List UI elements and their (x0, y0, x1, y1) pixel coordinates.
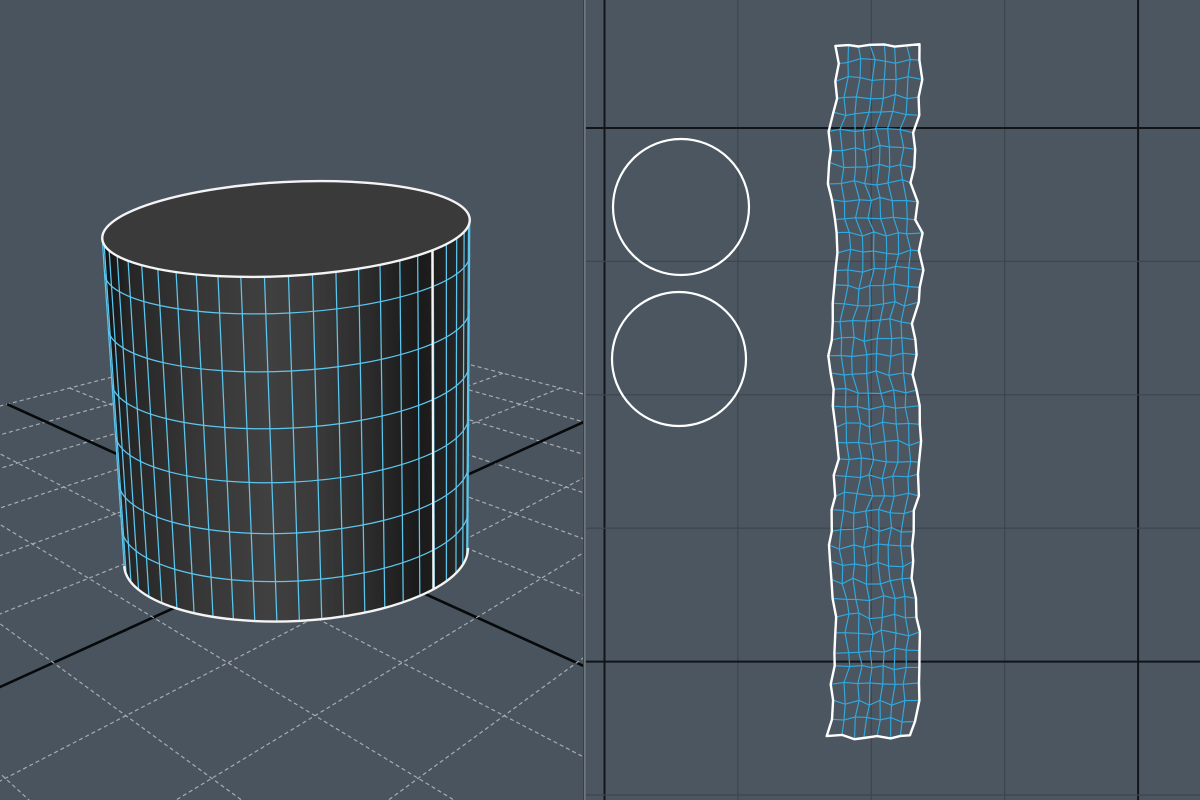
uv-strip-row-edge (833, 302, 919, 306)
uv-strip-row-edge (835, 492, 919, 496)
uv-strip-column-edge (888, 47, 899, 739)
uv-strip-row-edge (837, 94, 919, 98)
uv-shell-cap-circle[interactable] (612, 292, 746, 426)
dual-viewport-workspace (0, 0, 1200, 800)
uv-strip-row-edge (839, 59, 920, 64)
perspective-viewport-pane[interactable] (0, 0, 583, 800)
uv-strip-row-edge (839, 458, 919, 462)
uv-strip-wireframe (828, 45, 924, 740)
uv-shell-cap-circle[interactable] (613, 139, 749, 275)
uv-strip-row-edge (835, 630, 920, 636)
uv-strip-row-edge (831, 145, 915, 150)
uv-shell-strip[interactable] (827, 44, 924, 739)
uv-strip-row-edge (833, 319, 912, 324)
uv-strip-row-edge (829, 544, 912, 549)
cylinder-body-surface (102, 219, 469, 621)
uv-strip-row-edge (833, 596, 916, 601)
uv-strip-row-edge (828, 180, 911, 185)
uv-strip-row-edge (832, 337, 916, 341)
cylinder-vertical-edge (456, 238, 457, 573)
uv-strip-row-edge (835, 217, 915, 220)
cylinder-mesh-object[interactable] (100, 172, 472, 621)
uv-border-seam-edge (432, 250, 433, 589)
uv-strip-row-edge (836, 422, 920, 427)
uv-strip-row-edge (833, 700, 919, 705)
perspective-viewport-canvas[interactable] (0, 0, 583, 800)
uv-editor-pane[interactable] (586, 0, 1200, 800)
uv-editor-canvas[interactable] (586, 0, 1200, 800)
uv-grid (586, 0, 1200, 800)
